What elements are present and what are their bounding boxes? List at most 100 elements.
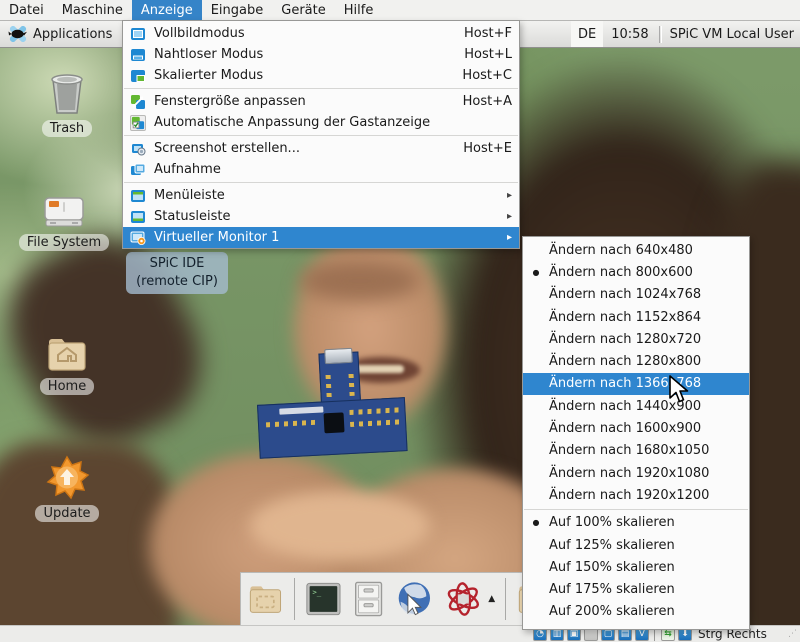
submenu-item-scale-100[interactable]: ● Auf 100% skalieren (523, 512, 749, 534)
desktop-icon-label: Update (35, 505, 98, 522)
terminal-icon[interactable]: >_ (305, 580, 342, 618)
menu-item-statusleiste[interactable]: Statusleiste ▸ (123, 206, 519, 227)
submenu-arrow-icon: ▸ (502, 211, 512, 222)
menu-item-label: Screenshot erstellen... (154, 141, 455, 156)
submenu-item-label: Ändern nach 1280x720 (549, 332, 701, 347)
submenu-item-1920x1200[interactable]: Ändern nach 1920x1200 (523, 484, 749, 506)
menu-item-aufnahme[interactable]: Aufnahme (123, 159, 519, 180)
submenu-item-label: Ändern nach 1920x1080 (549, 466, 709, 481)
desktop-icon-spic-ide[interactable]: SPiC IDE (remote CIP) (126, 252, 228, 294)
menu-item-menueleiste[interactable]: Menüleiste ▸ (123, 185, 519, 206)
vm-window: Applications DE 10:58 SPiC VM Local User… (0, 0, 800, 642)
menu-item-shortcut: Host+E (463, 141, 512, 156)
keyboard-layout-indicator[interactable]: DE (571, 21, 603, 47)
resize-grip[interactable]: ⋰ (788, 629, 798, 639)
screenshot-icon (130, 141, 146, 157)
update-icon (44, 455, 90, 501)
menu-item-fenstergroesse-anpassen[interactable]: Fenstergröße anpassen Host+A (123, 91, 519, 112)
hard-drive-icon (42, 192, 86, 230)
submenu-item-scale-175[interactable]: Auf 175% skalieren (523, 578, 749, 600)
menu-maschine[interactable]: Maschine (53, 0, 132, 21)
submenu-item-1680x1050[interactable]: Ändern nach 1680x1050 (523, 440, 749, 462)
submenu-item-1920x1080[interactable]: Ändern nach 1920x1080 (523, 462, 749, 484)
desktop-icon-update[interactable]: Update (19, 455, 115, 522)
submenu-item-1280x720[interactable]: Ändern nach 1280x720 (523, 328, 749, 350)
menu-item-nahtloser-modus[interactable]: Nahtloser Modus Host+L (123, 44, 519, 65)
wallpaper-knuckle-shape (250, 491, 430, 561)
submenu-item-label: Ändern nach 1280x800 (549, 354, 701, 369)
submenu-item-800x600[interactable]: ● Ändern nach 800x600 (523, 261, 749, 283)
panel-separator (659, 26, 662, 43)
menu-item-automatische-anpassung[interactable]: Automatische Anpassung der Gastanzeige (123, 112, 519, 133)
radio-bullet: ● (523, 268, 549, 277)
virtual-monitor-submenu: Ändern nach 640x480 ● Ändern nach 800x60… (522, 236, 750, 630)
vm-title-label: SPiC VM Local User (670, 27, 800, 42)
submenu-item-scale-200[interactable]: Auf 200% skalieren (523, 601, 749, 623)
anzeige-dropdown-menu: Vollbildmodus Host+F Nahtloser Modus Hos… (122, 20, 520, 249)
menu-eingabe[interactable]: Eingabe (202, 0, 273, 21)
submenu-item-label: Auf 125% skalieren (549, 538, 675, 553)
seamless-icon (130, 47, 146, 63)
submenu-item-1600x900[interactable]: Ändern nach 1600x900 (523, 417, 749, 439)
submenu-item-640x480[interactable]: Ändern nach 640x480 (523, 239, 749, 261)
submenu-item-label: Ändern nach 1920x1200 (549, 488, 709, 503)
menu-separator (124, 88, 518, 89)
menu-item-virtueller-monitor-1[interactable]: Virtueller Monitor 1 ▸ (123, 227, 519, 248)
home-folder-icon (45, 334, 89, 374)
wallpaper-circuit-board (254, 347, 407, 459)
virtual-monitor-icon (130, 230, 146, 246)
web-browser-icon[interactable] (395, 578, 434, 620)
submenu-item-1440x900[interactable]: Ändern nach 1440x900 (523, 395, 749, 417)
submenu-item-label: Ändern nach 800x600 (549, 265, 693, 280)
dock: >_ ▲ (240, 572, 560, 625)
clock-label: 10:58 (611, 27, 648, 42)
submenu-item-label: Ändern nach 1152x864 (549, 310, 701, 325)
xfce-logo-icon (8, 26, 28, 42)
submenu-item-scale-150[interactable]: Auf 150% skalieren (523, 556, 749, 578)
statusbar-icon (130, 209, 146, 225)
desktop-icon-trash[interactable]: Trash (19, 72, 115, 137)
submenu-arrow-icon: ▸ (502, 232, 512, 243)
menu-item-vollbildmodus[interactable]: Vollbildmodus Host+F (123, 23, 519, 44)
submenu-item-label: Ändern nach 1680x1050 (549, 443, 709, 458)
host-menubar: Datei Maschine Anzeige Eingabe Geräte Hi… (0, 0, 800, 21)
submenu-item-label: Ändern nach 1024x768 (549, 287, 701, 302)
atom-app-icon[interactable] (444, 578, 483, 620)
file-cabinet-icon[interactable] (352, 579, 385, 619)
submenu-item-scale-125[interactable]: Auf 125% skalieren (523, 534, 749, 556)
desktop-icon-home[interactable]: Home (19, 334, 115, 395)
menu-item-screenshot-erstellen[interactable]: Screenshot erstellen... Host+E (123, 138, 519, 159)
menu-item-skalierter-modus[interactable]: Skalierter Modus Host+C (123, 65, 519, 86)
submenu-item-1024x768[interactable]: Ändern nach 1024x768 (523, 284, 749, 306)
menu-hilfe[interactable]: Hilfe (335, 0, 383, 21)
menu-item-shortcut: Host+A (463, 94, 512, 109)
submenu-item-1366x768[interactable]: Ändern nach 1366x768 (523, 373, 749, 395)
clock[interactable]: 10:58 (603, 27, 658, 42)
menu-item-label: Virtueller Monitor 1 (154, 230, 494, 245)
submenu-item-1152x864[interactable]: Ändern nach 1152x864 (523, 306, 749, 328)
submenu-item-label: Ändern nach 640x480 (549, 243, 693, 258)
radio-bullet: ● (523, 518, 549, 527)
menu-geraete[interactable]: Geräte (272, 0, 334, 21)
menu-item-shortcut: Host+C (462, 68, 512, 83)
auto-resize-icon (130, 115, 146, 131)
menu-item-shortcut: Host+L (464, 47, 512, 62)
spic-ide-label-line1: SPiC IDE (130, 255, 224, 273)
recording-icon (130, 162, 146, 178)
file-manager-icon[interactable] (247, 580, 284, 618)
submenu-item-label: Ändern nach 1600x900 (549, 421, 701, 436)
menu-item-label: Fenstergröße anpassen (154, 94, 455, 109)
menu-datei[interactable]: Datei (0, 0, 53, 21)
menu-item-label: Nahtloser Modus (154, 47, 456, 62)
submenu-item-1280x800[interactable]: Ändern nach 1280x800 (523, 350, 749, 372)
desktop-icon-file-system[interactable]: File System (16, 192, 112, 251)
launcher-popup-arrow-icon[interactable]: ▲ (488, 594, 495, 604)
fullscreen-icon (130, 26, 146, 42)
desktop-icon-label: File System (19, 234, 109, 251)
menu-separator (124, 182, 518, 183)
menu-anzeige[interactable]: Anzeige (132, 0, 202, 21)
applications-menu-button[interactable]: Applications (0, 21, 120, 47)
menu-item-label: Menüleiste (154, 188, 494, 203)
keyboard-layout-label: DE (578, 27, 596, 42)
menu-item-label: Skalierter Modus (154, 68, 454, 83)
